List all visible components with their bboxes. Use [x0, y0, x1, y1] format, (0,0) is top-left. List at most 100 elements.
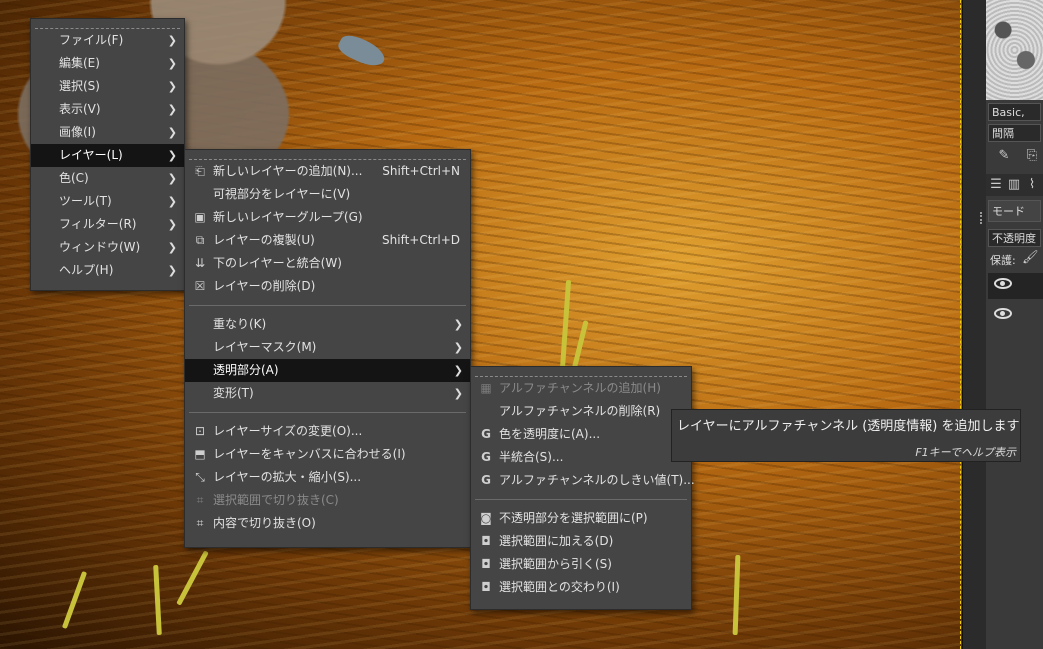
layer-boundary-size-icon: ⊡ [194, 424, 206, 438]
menu-item-subtract-from-selection[interactable]: ◘ 選択範囲から引く(S) [471, 553, 691, 576]
menu-item-colors[interactable]: 色(C) ❯ [31, 167, 184, 190]
delete-layer-icon: ☒ [194, 279, 206, 293]
menu-item-new-from-visible[interactable]: 可視部分をレイヤーに(V) [185, 183, 470, 206]
lock-paint-icon[interactable]: 🖌 [1022, 250, 1039, 266]
chevron-right-icon: ❯ [453, 364, 463, 377]
tear-off-line[interactable] [475, 367, 687, 377]
menu-item-help[interactable]: ヘルプ(H) ❯ [31, 259, 184, 282]
chevron-right-icon: ❯ [453, 341, 463, 354]
chevron-right-icon: ❯ [167, 195, 177, 208]
alpha-to-selection-icon: ◙ [480, 511, 492, 525]
menu-item-alpha-to-selection[interactable]: ◙ 不透明部分を選択範囲に(P) [471, 507, 691, 530]
menu-item-threshold-alpha[interactable]: G アルファチャンネルのしきい値(T)... [471, 469, 695, 492]
gegl-icon: G [481, 450, 491, 464]
chevron-right-icon: ❯ [167, 264, 177, 277]
menu-item-delete-layer[interactable]: ☒ レイヤーの削除(D) [185, 275, 470, 298]
right-dock: Basic, 間隔 ✎ ⎘ ☰ ▥ ⌇ モード 不透明度 保護: 🖌 [986, 0, 1043, 649]
brush-name-field[interactable]: Basic, [988, 103, 1041, 121]
intersect-selection-icon: ◘ [481, 580, 491, 594]
menu-item-crop-to-content[interactable]: ⌗ 内容で切り抜き(O) [185, 512, 470, 535]
menu-item-remove-alpha[interactable]: アルファチャンネルの削除(R) [471, 400, 691, 423]
layer-row[interactable] [988, 303, 1043, 329]
chevron-right-icon: ❯ [167, 103, 177, 116]
opacity-slider[interactable]: 不透明度 [988, 229, 1041, 247]
menu-item-windows[interactable]: ウィンドウ(W) ❯ [31, 236, 184, 259]
layers-tab-icon[interactable]: ☰ [988, 177, 1004, 193]
menu-item-merge-down[interactable]: ⇊ 下のレイヤーと統合(W) [185, 252, 470, 275]
subtract-from-selection-icon: ◘ [481, 557, 491, 571]
menu-item-duplicate-layer[interactable]: ⧉ レイヤーの複製(U) Shift+Ctrl+D [185, 229, 470, 252]
menu-item-transparency[interactable]: 透明部分(A) ❯ [185, 359, 470, 382]
dock-tab-bar: ☰ ▥ ⌇ [986, 174, 1043, 196]
menu-item-color-to-alpha[interactable]: G 色を透明度に(A)... [471, 423, 691, 446]
add-to-selection-icon: ◘ [481, 534, 491, 548]
chevron-right-icon: ❯ [167, 172, 177, 185]
image-menu: ファイル(F) ❯ 編集(E) ❯ 選択(S) ❯ 表示(V) ❯ 画像(I) ❯ レイヤ… [30, 18, 185, 291]
reed-shape [176, 550, 209, 606]
new-layer-group-icon: ▣ [194, 210, 206, 224]
drag-handle-icon[interactable] [980, 212, 984, 224]
menu-item-filters[interactable]: フィルター(R) ❯ [31, 213, 184, 236]
chevron-right-icon: ❯ [167, 34, 177, 47]
add-alpha-icon: ▦ [480, 381, 492, 395]
menu-item-layer-boundary-size[interactable]: ⊡ レイヤーサイズの変更(O)... [185, 420, 470, 443]
menu-item-view[interactable]: 表示(V) ❯ [31, 98, 184, 121]
layer-to-image-size-icon: ⬒ [194, 447, 206, 461]
merge-down-icon: ⇊ [194, 256, 206, 270]
menu-item-add-to-selection[interactable]: ◘ 選択範囲に加える(D) [471, 530, 691, 553]
menu-item-add-alpha[interactable]: ▦ アルファチャンネルの追加(H) [471, 377, 691, 400]
menu-separator [189, 305, 466, 306]
chevron-right-icon: ❯ [453, 387, 463, 400]
edit-brush-icon[interactable]: ✎ [996, 148, 1012, 164]
chevron-right-icon: ❯ [167, 126, 177, 139]
menu-item-layer-mask[interactable]: レイヤーマスク(M) ❯ [185, 336, 470, 359]
brush-grid[interactable] [986, 0, 1043, 100]
dock-separator[interactable] [962, 0, 987, 649]
visibility-eye-icon[interactable] [994, 308, 1012, 319]
menu-separator [475, 499, 687, 500]
menu-item-intersect-selection[interactable]: ◘ 選択範囲との交わり(I) [471, 576, 691, 599]
menu-item-edit[interactable]: 編集(E) ❯ [31, 52, 184, 75]
tear-off-line[interactable] [189, 150, 466, 160]
menu-item-transform[interactable]: 変形(T) ❯ [185, 382, 470, 405]
channels-tab-icon[interactable]: ▥ [1006, 177, 1022, 193]
gegl-icon: G [481, 473, 491, 487]
menu-item-scale-layer[interactable]: ⤡ レイヤーの拡大・縮小(S)... [185, 466, 470, 489]
tooltip-text: レイヤーにアルファチャンネル (透明度情報) を追加します [677, 419, 1020, 434]
crop-to-selection-icon: ⌗ [196, 493, 204, 507]
menu-item-stack[interactable]: 重なり(K) ❯ [185, 313, 470, 336]
menu-item-new-layer-group[interactable]: ▣ 新しいレイヤーグループ(G) [185, 206, 470, 229]
menu-item-semi-flatten[interactable]: G 半統合(S)... [471, 446, 691, 469]
chevron-right-icon: ❯ [167, 241, 177, 254]
layer-row[interactable] [988, 273, 1043, 299]
tooltip-help-hint: F1キーでヘルプ表示 [915, 446, 1016, 459]
new-brush-icon[interactable]: ⎘ [1024, 148, 1040, 164]
reed-shape [559, 279, 572, 371]
spacing-field[interactable]: 間隔 [988, 124, 1041, 142]
chevron-right-icon: ❯ [167, 57, 177, 70]
chevron-right-icon: ❯ [167, 149, 177, 162]
layer-submenu: ⎗ 新しいレイヤーの追加(N)... Shift+Ctrl+N 可視部分をレイヤーに… [184, 149, 471, 548]
reed-shape [61, 570, 88, 630]
chevron-right-icon: ❯ [167, 80, 177, 93]
tear-off-line[interactable] [35, 19, 180, 29]
mode-dropdown[interactable]: モード [988, 200, 1041, 222]
reed-shape [732, 554, 741, 636]
duplicate-layer-icon: ⧉ [195, 233, 205, 247]
menu-item-crop-to-selection[interactable]: ⌗ 選択範囲で切り抜き(C) [185, 489, 470, 512]
menu-item-tools[interactable]: ツール(T) ❯ [31, 190, 184, 213]
new-layer-icon: ⎗ [195, 164, 205, 178]
menu-item-file[interactable]: ファイル(F) ❯ [31, 29, 184, 52]
chevron-right-icon: ❯ [167, 218, 177, 231]
menu-item-layer-to-image-size[interactable]: ⬒ レイヤーをキャンバスに合わせる(I) [185, 443, 470, 466]
paths-tab-icon[interactable]: ⌇ [1024, 177, 1040, 193]
menu-item-select[interactable]: 選択(S) ❯ [31, 75, 184, 98]
menu-item-layer[interactable]: レイヤー(L) ❯ [31, 144, 184, 167]
menu-item-new-layer[interactable]: ⎗ 新しいレイヤーの追加(N)... Shift+Ctrl+N [185, 160, 470, 183]
gegl-icon: G [481, 427, 491, 441]
reed-shape [153, 564, 162, 636]
visibility-eye-icon[interactable] [994, 278, 1012, 289]
menu-item-image[interactable]: 画像(I) ❯ [31, 121, 184, 144]
transparency-submenu: ▦ アルファチャンネルの追加(H) アルファチャンネルの削除(R) G 色を透明度に… [470, 366, 695, 610]
crop-to-content-icon: ⌗ [196, 516, 204, 530]
